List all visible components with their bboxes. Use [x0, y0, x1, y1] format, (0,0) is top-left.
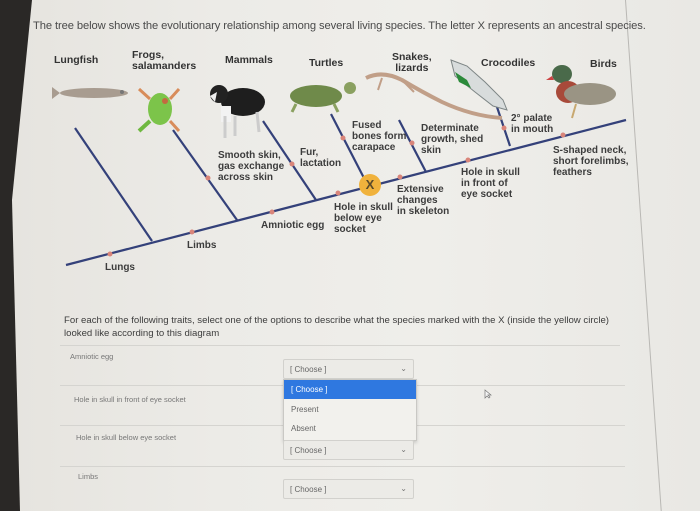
trait-line: Extensive	[397, 184, 444, 195]
trait-extensive-changes: Extensive changes in skeleton	[397, 184, 449, 217]
dog-icon	[210, 85, 265, 138]
turtle-icon	[290, 82, 356, 113]
trait-line: S-shaped neck,	[553, 145, 627, 156]
trait-fused-bones: Fused bones form carapace	[352, 120, 406, 153]
taxon-snakes-line2: lizards	[395, 62, 429, 74]
trait-line: skin	[421, 145, 442, 156]
trait-dot-limbs	[189, 229, 195, 235]
trait-hole-below-eye: Hole in skull below eye socket	[334, 202, 393, 235]
trait-line: changes	[397, 195, 438, 206]
select-value: [ Choose ]	[290, 446, 327, 455]
question-text: For each of the following traits, select…	[64, 315, 609, 339]
mouse-cursor-icon	[484, 389, 492, 399]
dropdown-option-choose[interactable]: [ Choose ]	[284, 380, 416, 399]
select-value: [ Choose ]	[290, 485, 327, 494]
taxon-turtles: Turtles	[309, 57, 344, 69]
trait-determinate-growth: Determinate growth, shed skin	[421, 123, 483, 156]
hole-below-eye-select[interactable]: [ Choose ] ⌄	[283, 440, 414, 460]
trait-line: gas exchange	[218, 161, 285, 172]
trait-line: lactation	[300, 158, 342, 169]
trait-line: socket	[334, 224, 366, 235]
trait-line: carapace	[352, 142, 396, 153]
trait-dot-determinate	[409, 140, 415, 146]
select-value: [ Choose ]	[290, 365, 327, 374]
trait-line: short forelimbs,	[553, 156, 629, 167]
chevron-down-icon: ⌄	[400, 445, 407, 454]
trait-line: in skeleton	[397, 206, 450, 217]
row-label-hole-front: Hole in skull in front of eye socket	[74, 395, 186, 404]
duck-icon	[546, 65, 616, 119]
branch-lungfish	[74, 127, 153, 242]
trait-line: Hole in skull	[334, 202, 393, 213]
trait-dot-fused	[340, 135, 346, 141]
trait-dot-s-neck	[560, 132, 566, 138]
trait-line: bones form	[352, 131, 407, 142]
trait-dot-hole-front	[465, 157, 471, 163]
amniotic-egg-select[interactable]: [ Choose ] ⌄	[283, 359, 414, 379]
trait-line: across skin	[218, 172, 274, 183]
chevron-down-icon: ⌄	[400, 364, 407, 373]
trait-amniotic-egg: Amniotic egg	[261, 220, 325, 231]
trait-line: below eye	[334, 213, 382, 224]
taxon-snakes: Snakes, lizards	[392, 52, 432, 74]
trait-secondary-palate: 2° palate in mouth	[511, 113, 553, 135]
trait-dot-extensive	[397, 174, 403, 180]
row-label-amniotic-egg: Amniotic egg	[70, 352, 114, 361]
trait-fur: Fur, lactation	[300, 147, 341, 169]
taxon-mammals: Mammals	[225, 54, 273, 66]
trait-line: in mouth	[511, 124, 554, 135]
trait-line: growth, shed	[421, 134, 484, 145]
trait-line: feathers	[553, 167, 592, 178]
trait-dot-fur	[289, 161, 295, 167]
trait-dot-hole-below	[335, 190, 341, 196]
ancestor-x-marker: X	[359, 174, 381, 196]
trait-dot-lungs	[107, 251, 113, 257]
limbs-select[interactable]: [ Choose ] ⌄	[283, 479, 414, 499]
trait-smooth-skin: Smooth skin, gas exchange across skin	[218, 150, 284, 183]
row-divider	[60, 345, 620, 346]
dropdown-menu[interactable]: [ Choose ] Present Absent	[283, 379, 417, 441]
lungfish-icon	[52, 87, 128, 99]
phylogenetic-tree: Lungfish Frogs, salamanders Mammals Turt…	[0, 0, 700, 290]
frog-icon	[137, 87, 181, 133]
trait-line: in front of	[461, 178, 508, 189]
trait-line: 2° palate	[511, 113, 553, 124]
dropdown-option-absent[interactable]: Absent	[284, 419, 416, 438]
trait-line: Determinate	[421, 123, 479, 134]
taxon-frogs-line2: salamanders	[132, 60, 197, 72]
dropdown-option-present[interactable]: Present	[284, 400, 416, 419]
trait-hole-front-eye: Hole in skull in front of eye socket	[461, 167, 520, 200]
trait-line: Smooth skin,	[218, 150, 281, 161]
row-label-limbs: Limbs	[78, 472, 99, 481]
trait-s-shaped-neck: S-shaped neck, short forelimbs, feathers	[553, 145, 629, 178]
trait-line: Hole in skull	[461, 167, 520, 178]
trait-line: eye socket	[461, 189, 513, 200]
trait-dot-palate	[501, 125, 507, 131]
taxon-lungfish: Lungfish	[54, 54, 99, 66]
trait-limbs: Limbs	[187, 240, 217, 251]
trait-dot-amniotic	[269, 209, 275, 215]
trait-line: Fur,	[300, 147, 319, 158]
taxon-frogs: Frogs, salamanders	[132, 50, 196, 72]
row-label-hole-below: Hole in skull below eye socket	[76, 433, 177, 442]
trait-line: Fused	[352, 120, 382, 131]
taxon-crocodiles: Crocodiles	[481, 57, 536, 69]
trait-dot-smooth-skin	[205, 175, 211, 181]
row-divider	[60, 466, 625, 467]
taxon-birds: Birds	[590, 58, 617, 70]
trait-lungs: Lungs	[105, 262, 135, 273]
chevron-down-icon: ⌄	[400, 484, 407, 493]
